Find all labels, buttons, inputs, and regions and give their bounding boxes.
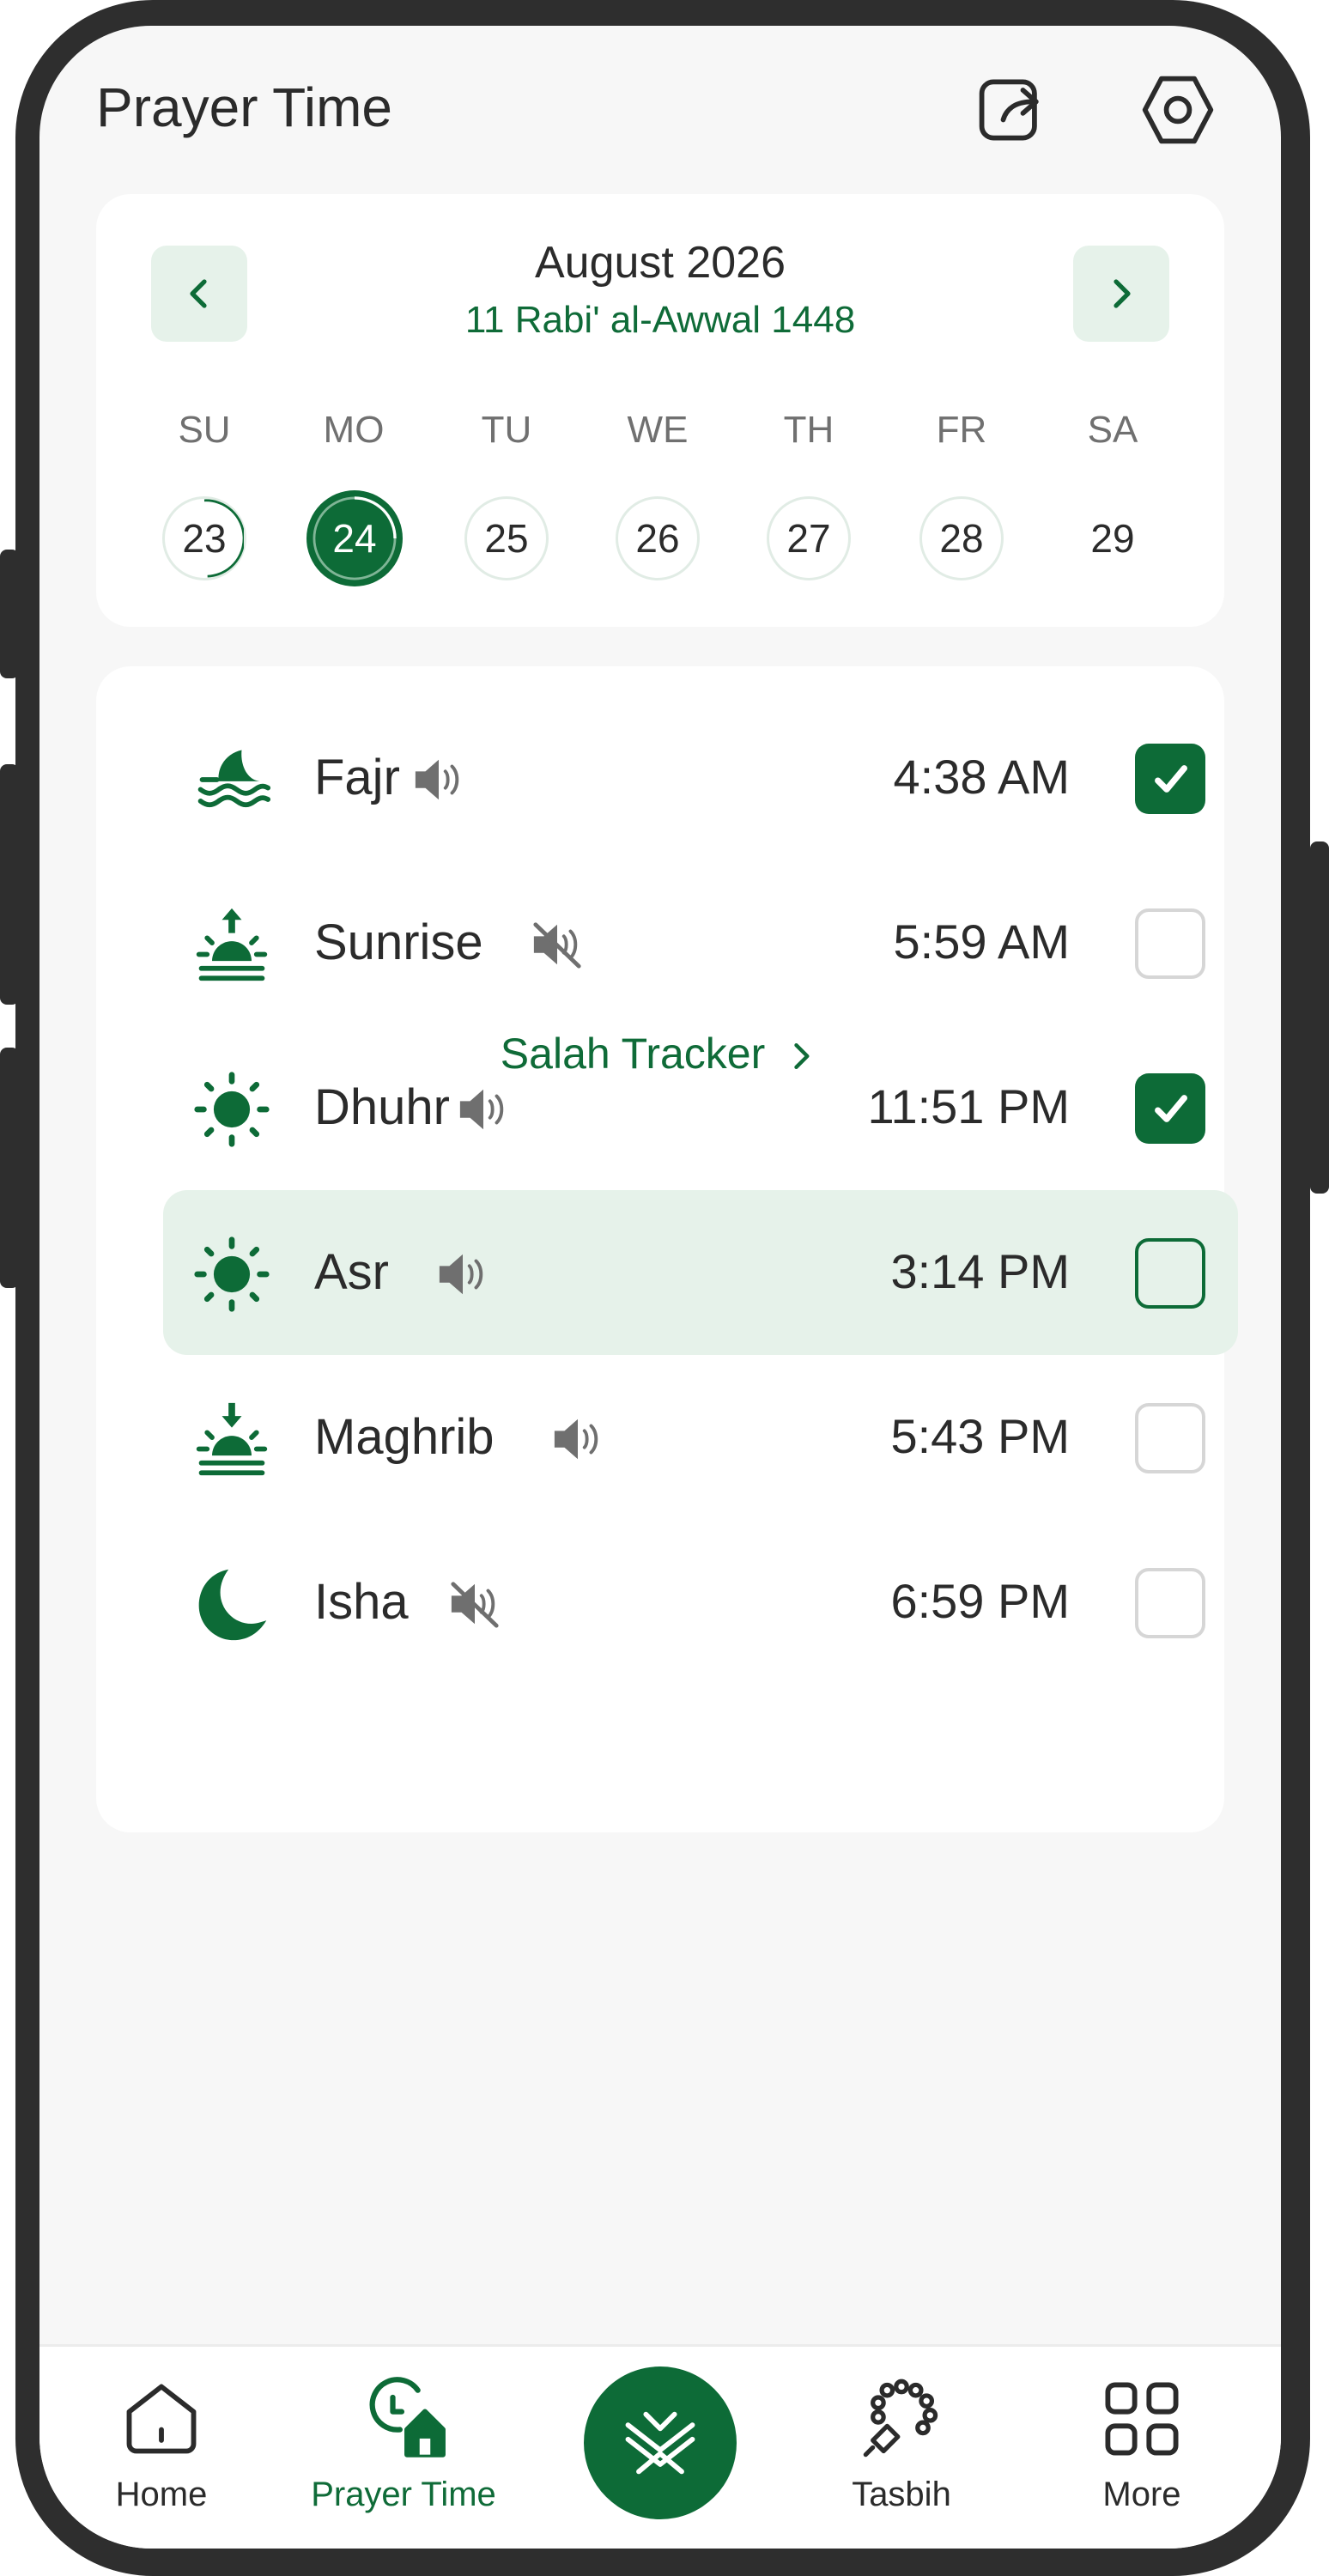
prayer-row-sunrise[interactable]: Sunrise 5:59 AM [163,860,1238,1025]
checkmark-icon [1155,765,1187,793]
prayer-done-checkbox[interactable] [1135,908,1205,979]
side-button-left-1 [0,550,19,678]
checkmark-icon [1155,1095,1187,1122]
calendar-day[interactable]: 28 [919,496,1004,580]
tab-label: Prayer Time [311,2476,496,2513]
speaker-on-icon[interactable] [436,1250,489,1298]
calendar-day[interactable]: 23 [162,496,246,580]
tab-label: Tasbih [852,2476,951,2513]
settings-button[interactable] [1135,67,1221,153]
prayer-name: Sunrise [314,914,483,970]
calendar-day[interactable]: 25 [464,496,549,580]
prayer-done-checkbox[interactable] [1135,1238,1205,1309]
prayer-name: Maghrib [314,1409,495,1465]
calendar-day[interactable]: 29 [1071,496,1155,580]
tab-prayer-time[interactable]: Prayer Time [292,2376,515,2522]
weekday-label: WE [627,409,689,451]
weekday-label: MO [323,409,385,451]
speaker-muted-icon[interactable] [531,920,584,969]
sunset-icon [196,1402,268,1476]
weekday-label: TH [783,409,834,451]
prayer-done-checkbox[interactable] [1135,1403,1205,1473]
tab-tasbih[interactable]: Tasbih [790,2376,1013,2522]
share-button[interactable] [970,67,1056,153]
gregorian-month: August 2026 [534,238,786,288]
prayer-done-checkbox[interactable] [1135,1073,1205,1144]
speaker-on-icon[interactable] [551,1415,604,1463]
sun-icon [194,1236,270,1312]
weekday-label: SA [1087,409,1138,451]
tab-home[interactable]: Home [50,2376,273,2522]
weekday-label: FR [936,409,987,451]
prayer-done-checkbox[interactable] [1135,1568,1205,1638]
home-icon [126,2384,197,2454]
prayer-name: Asr [314,1244,389,1300]
prayer-row-fajr[interactable]: Fajr 4:38 AM [163,696,1238,860]
speaker-on-icon[interactable] [457,1085,510,1133]
prayer-time: 5:43 PM [890,1409,1070,1463]
page-title: Prayer Time [96,76,392,138]
quran-book-icon [625,2411,695,2475]
prayer-time-icon [369,2377,446,2458]
quran-button[interactable] [584,2366,737,2519]
prayer-name: Dhuhr [314,1079,450,1135]
prayer-time: 3:14 PM [890,1244,1070,1298]
weekday-label: SU [178,409,231,451]
prayer-name: Fajr [314,750,400,805]
crescent-moon-icon [198,1569,267,1641]
side-button-right [1310,841,1329,1194]
tab-more[interactable]: More [1030,2376,1253,2522]
prayer-done-checkbox[interactable] [1135,744,1205,814]
sun-icon [194,1072,270,1147]
calendar-day[interactable]: 26 [616,496,700,580]
share-icon [979,79,1039,141]
tasbih-beads-icon [863,2379,938,2458]
tab-label: More [1102,2476,1181,2513]
side-button-left-2 [0,764,19,1005]
prayer-time: 4:38 AM [893,750,1070,804]
prayer-time: 6:59 PM [890,1574,1070,1628]
tab-label: Home [115,2476,208,2513]
fajr-icon [197,750,271,808]
calendar-day[interactable]: 27 [767,496,851,580]
calendar-card: August 2026 11 Rabi' al-Awwal 1448 SU MO… [96,194,1224,627]
salah-tracker-link[interactable]: Salah Tracker [39,1029,1281,1078]
weekday-label: TU [481,409,532,451]
calendar-day-selected[interactable]: 24 [306,490,403,586]
chevron-right-icon [794,1042,810,1070]
app-screen: Prayer Time August 2026 11 Rabi' al-Awwa… [39,26,1281,2549]
prayer-time: 5:59 AM [893,914,1070,969]
prayer-row-isha[interactable]: Isha 6:59 PM [163,1520,1238,1685]
prayer-time: 11:51 PM [867,1079,1070,1133]
speaker-muted-icon[interactable] [448,1580,501,1628]
prayer-row-maghrib[interactable]: Maghrib 5:43 PM [163,1355,1238,1520]
settings-hexagon-icon [1142,76,1214,144]
speaker-on-icon[interactable] [412,756,465,804]
side-button-left-3 [0,1048,19,1288]
prayer-name: Isha [314,1574,409,1630]
grid-more-icon [1105,2382,1179,2456]
hijri-date: 11 Rabi' al-Awwal 1448 [464,299,856,341]
sunrise-icon [196,908,268,981]
prayer-row-asr[interactable]: Asr 3:14 PM [163,1190,1238,1355]
